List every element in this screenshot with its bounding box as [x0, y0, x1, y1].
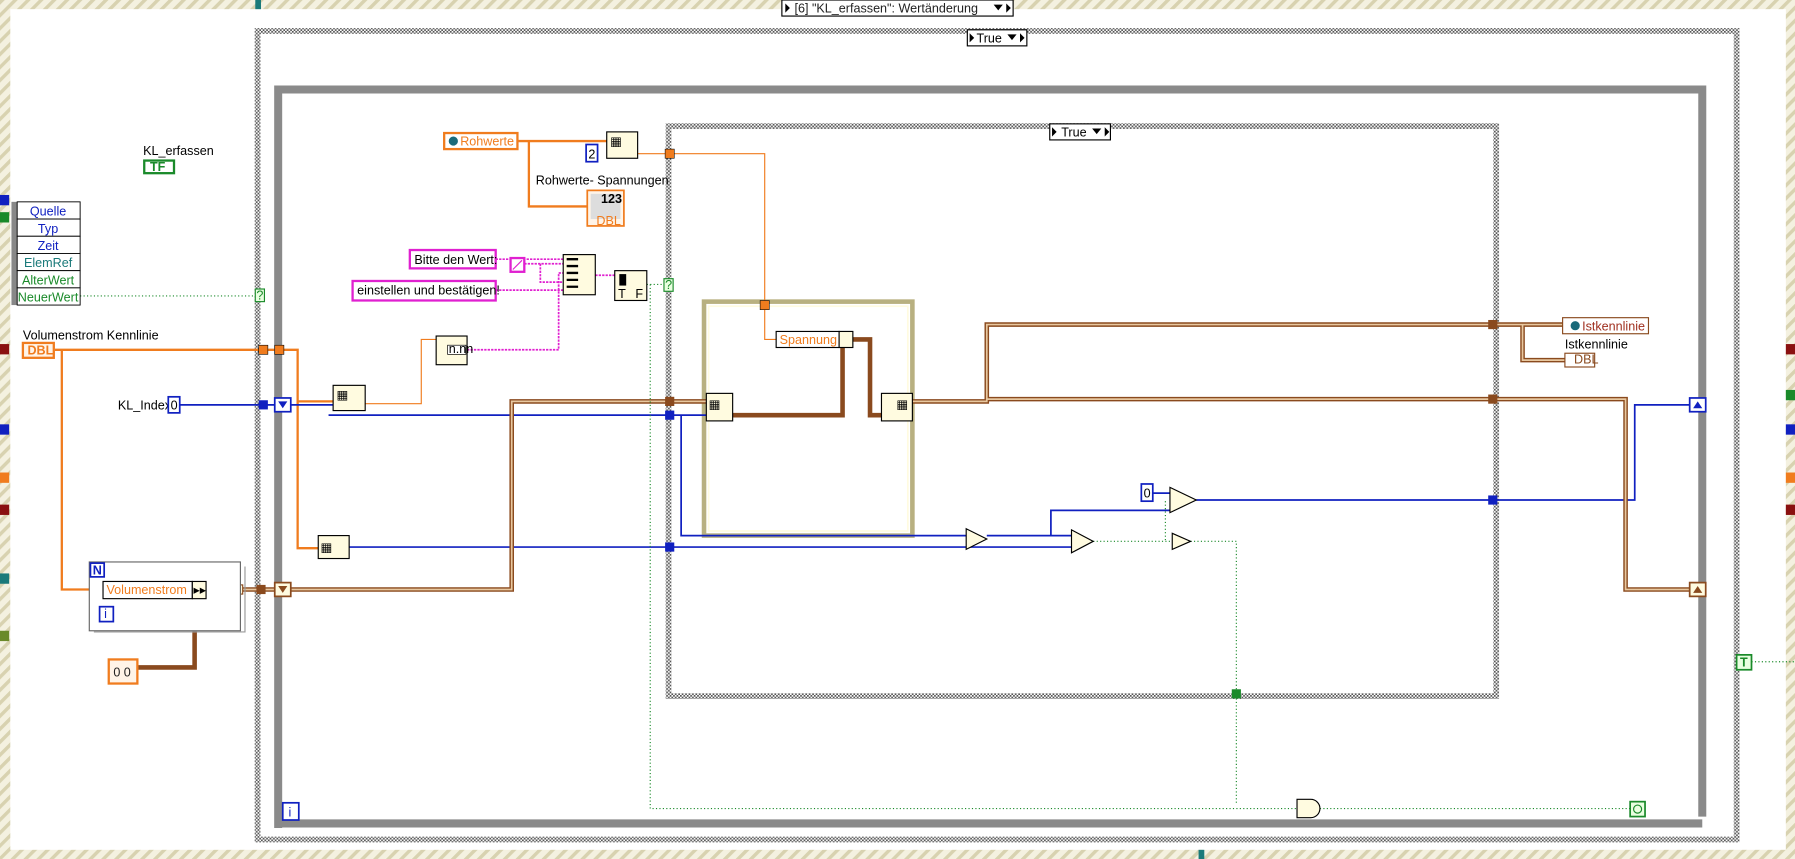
- greater-or-equal-node[interactable]: [1070, 528, 1095, 554]
- two-button-dialog-node[interactable]: T F: [614, 270, 648, 302]
- unknown-tunnel-label: ?: [256, 288, 263, 302]
- replace-array-subset-node[interactable]: ▦: [880, 392, 913, 422]
- event-selector[interactable]: [6] "KL_erfassen": Wertänderung: [781, 0, 1014, 17]
- array-grid-icon: ▦: [709, 397, 721, 411]
- unbundle-spannung-label: Spannung: [780, 333, 837, 347]
- while-loop[interactable]: [274, 85, 1707, 829]
- event-data-neuerwert[interactable]: NeuerWert: [18, 291, 79, 305]
- globe-icon: [448, 136, 458, 146]
- array-grid-icon: ▦: [337, 388, 349, 402]
- while-iteration-terminal: i: [281, 801, 300, 821]
- event-data-zeit[interactable]: Zeit: [38, 239, 59, 253]
- block-diagram[interactable]: [6] "KL_erfassen": Wertänderung True Tru…: [0, 0, 1795, 859]
- index-array-node-1[interactable]: ▦: [606, 131, 639, 159]
- istkennlinie-indicator[interactable]: DBL: [1564, 353, 1599, 368]
- volumenstrom-kennlinie-label: Volumenstrom Kennlinie: [23, 328, 159, 342]
- array-constant-value: 0 0: [113, 666, 130, 680]
- format-into-string-node[interactable]: n.nn: [435, 335, 473, 366]
- event-data-quelle[interactable]: Quelle: [30, 205, 66, 219]
- string-constant-bitte[interactable]: Bitte den Wert:: [408, 248, 498, 270]
- kl-erfassen-terminal[interactable]: TF: [143, 159, 176, 175]
- kl-erfassen-terminal-label: TF: [150, 160, 166, 174]
- dbl-type-label: DBL: [1574, 353, 1598, 367]
- line-feed-constant[interactable]: [509, 256, 526, 273]
- string-constant-einstellen[interactable]: einstellen und bestätigen!: [351, 279, 500, 302]
- shift-register-right-index[interactable]: [1688, 397, 1707, 413]
- kl-index-value: 0: [171, 398, 178, 412]
- event-selector-label: [6] "KL_erfassen": Wertänderung: [794, 2, 978, 16]
- index-array-node-2[interactable]: ▦: [332, 384, 366, 412]
- boolean-unknown-tunnel: ?: [663, 278, 674, 292]
- unknown-tunnel: ?: [254, 288, 266, 302]
- zero-constant[interactable]: 0: [1140, 483, 1154, 503]
- array-size-node[interactable]: ▦: [317, 535, 350, 560]
- istkennlinie-property-label: Istkennlinie: [1582, 319, 1645, 333]
- rohwerte-label: Rohwerte: [460, 135, 514, 149]
- shift-register-left-array[interactable]: [273, 581, 292, 598]
- dialog-t-label: T: [618, 287, 626, 301]
- loop-iteration-terminal: i: [104, 607, 107, 621]
- kl-index-label: KL_Index: [118, 398, 172, 412]
- kl-index-control[interactable]: 0: [167, 395, 181, 414]
- true-output-label: T: [1740, 655, 1748, 669]
- unbundle-volumenstrom-label: Volumenstrom: [106, 583, 186, 597]
- dialog-f-label: F: [635, 287, 643, 301]
- kl-erfassen-label: KL_erfassen: [143, 144, 214, 158]
- indicator-display-value: 123: [601, 192, 622, 206]
- rohwerte-property-node[interactable]: Rohwerte: [443, 131, 519, 151]
- unbundle-arrows-icon: ▸▸: [193, 583, 206, 597]
- shift-register-right-array[interactable]: [1688, 581, 1707, 598]
- event-data-elemref[interactable]: ElemRef: [24, 256, 73, 270]
- and-node[interactable]: [1296, 798, 1321, 819]
- dbl-type-label: DBL: [27, 343, 53, 357]
- rohwerte-spannungen-label: Rohwerte- Spannungen: [536, 174, 669, 188]
- true-output-tunnel: T: [1735, 653, 1753, 671]
- event-data-alterwert[interactable]: AlterWert: [22, 273, 75, 287]
- loop-condition-terminal[interactable]: [1629, 800, 1646, 818]
- array-grid-icon: ▦: [610, 135, 622, 149]
- array-constant[interactable]: 0 0: [107, 658, 139, 685]
- array-grid-icon: ▦: [321, 541, 333, 555]
- einstellen-text: einstellen und bestätigen!: [357, 284, 500, 298]
- volumenstrom-kennlinie-terminal[interactable]: DBL: [21, 341, 55, 359]
- dialog-person-icon: [619, 274, 627, 286]
- not-node[interactable]: [1171, 532, 1192, 551]
- unknown-tunnel-label-2: ?: [665, 278, 672, 292]
- outer-case-label: True: [976, 31, 1001, 45]
- unbundle-spannung[interactable]: Spannung: [775, 330, 854, 349]
- bitte-text: Bitte den Wert:: [414, 253, 497, 267]
- unbundle-volumenstrom[interactable]: Volumenstrom ▸▸: [102, 580, 207, 600]
- tunnels: [190, 148, 1498, 699]
- inner-case-structure[interactable]: [665, 123, 1500, 700]
- inner-case-selector[interactable]: True: [1049, 123, 1111, 141]
- while-iteration-label: i: [288, 806, 291, 820]
- index-constant-2[interactable]: 2: [585, 143, 599, 163]
- concatenate-strings-node[interactable]: [562, 254, 596, 296]
- index-array-node-3[interactable]: ▦: [705, 392, 734, 422]
- globe-icon: [1570, 321, 1580, 331]
- loop-count-terminal: N: [93, 564, 102, 578]
- array-grid-icon: ▦: [896, 397, 908, 411]
- istkennlinie-property-node[interactable]: Istkennlinie: [1562, 317, 1650, 335]
- format-text-label: n.nn: [449, 342, 473, 356]
- dbl-type-label: DBL: [596, 214, 620, 228]
- outer-case-structure[interactable]: [254, 28, 1740, 843]
- outer-case-selector[interactable]: True: [966, 29, 1028, 47]
- blue-wires: [179, 403, 1690, 548]
- istkennlinie-label: Istkennlinie: [1565, 338, 1628, 352]
- select-node[interactable]: [1169, 486, 1198, 514]
- event-data-node[interactable]: Quelle Typ Zeit ElemRef AlterWert NeuerW…: [11, 201, 81, 306]
- inner-case-label: True: [1061, 125, 1086, 139]
- rohwerte-spannungen-indicator[interactable]: 123 DBL: [586, 189, 625, 228]
- index-constant-value: 2: [588, 147, 595, 161]
- event-data-typ[interactable]: Typ: [38, 222, 58, 236]
- zero-constant-value: 0: [1144, 487, 1151, 501]
- shift-register-left-index[interactable]: [273, 397, 292, 413]
